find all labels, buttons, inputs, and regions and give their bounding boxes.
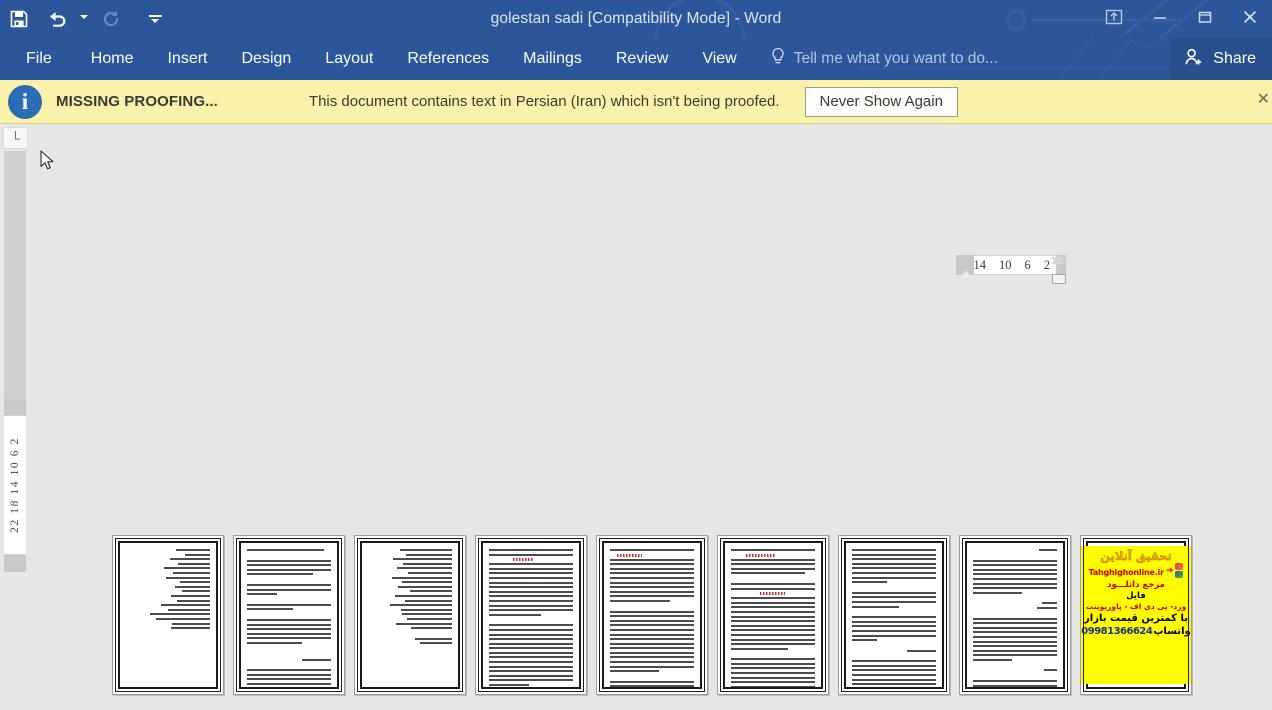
page-6-content [720, 538, 826, 692]
horizontal-ruler-scale: 14 10 6 2 [974, 255, 1056, 275]
tab-layout[interactable]: Layout [308, 38, 390, 80]
advert-headline: تحقیق آنلاین [1100, 549, 1172, 563]
page-thumbnail-8[interactable] [959, 535, 1071, 695]
document-workspace[interactable]: └ 22 18 14 10 6 2 14 10 6 2 تحقیق آنلاین… [0, 124, 1272, 709]
save-icon[interactable] [0, 2, 38, 36]
message-bar: i MISSING PROOFING... This document cont… [0, 80, 1272, 124]
tab-file-label: File [26, 50, 52, 67]
horizontal-ruler[interactable]: 14 10 6 2 [956, 255, 1066, 275]
undo-icon[interactable] [38, 2, 76, 36]
vertical-ruler-gray-band-bottom [4, 555, 26, 572]
never-show-again-button[interactable]: Never Show Again [804, 86, 958, 117]
page-thumbnail-9[interactable]: تحقیق آنلاین Tahghighonline.ir ➔ مرجع دا… [1080, 535, 1192, 695]
tab-mailings-label: Mailings [523, 50, 582, 67]
page-2-content [236, 538, 342, 692]
tab-design[interactable]: Design [224, 38, 308, 80]
tab-insert[interactable]: Insert [150, 38, 224, 80]
tab-references[interactable]: References [390, 38, 506, 80]
ruler-tick-6: 6 [1024, 257, 1031, 272]
arrows-icon: ➔ [1165, 565, 1174, 576]
tab-stop-selector[interactable]: └ [3, 127, 28, 149]
ruler-tick-14: 14 [973, 257, 987, 272]
telegram-icon [1175, 571, 1184, 579]
restore-icon[interactable] [1182, 0, 1227, 34]
page-9-advert: تحقیق آنلاین Tahghighonline.ir ➔ مرجع دا… [1081, 538, 1191, 692]
page-1-content [115, 538, 221, 692]
window-controls [1091, 0, 1272, 34]
tab-mailings[interactable]: Mailings [506, 38, 599, 80]
advert-line-1: مرجع دانلـــود [1107, 580, 1165, 591]
customize-quick-access-toolbar-icon[interactable] [142, 2, 168, 36]
tab-design-label: Design [241, 50, 292, 67]
person-add-icon [1184, 47, 1204, 72]
lightbulb-icon [770, 47, 786, 72]
advert-line-2: فایل [1126, 591, 1146, 602]
advert-phone-number: 09981366624 [1081, 626, 1153, 638]
ribbon-display-options-icon[interactable] [1091, 0, 1137, 34]
title-bar: golestan sadi [Compatibility Mode] - Wor… [0, 0, 1272, 38]
redo-icon [92, 2, 130, 36]
minimize-icon[interactable] [1137, 0, 1182, 34]
page-thumbnail-strip[interactable]: تحقیق آنلاین Tahghighonline.ir ➔ مرجع دا… [112, 535, 1192, 695]
advert-phone-suffix: واتساپ [1153, 626, 1191, 638]
info-icon: i [8, 84, 42, 119]
page-thumbnail-2[interactable] [233, 535, 345, 695]
ribbon-tab-strip: File Home Insert Design Layout Reference… [0, 38, 1272, 80]
page-thumbnail-3[interactable] [354, 535, 466, 695]
message-bar-close-icon[interactable]: ✕ [1257, 92, 1270, 108]
page-thumbnail-7[interactable] [838, 535, 950, 695]
tab-file[interactable]: File [0, 38, 74, 80]
advert-phone-row: واتساپ 09981366624 [1081, 626, 1190, 637]
vertical-ruler-ticks: 22 18 14 10 6 2 [9, 437, 21, 533]
undo-dropdown-icon[interactable] [76, 2, 92, 36]
instagram-icon [1175, 563, 1184, 571]
page-4-content [478, 538, 584, 692]
advert-line-4: با کمترین قیمت بازار [1084, 613, 1188, 625]
vertical-ruler-gray-band [4, 399, 26, 415]
page-thumbnail-1[interactable] [112, 535, 224, 695]
page-5-content [599, 538, 705, 692]
vertical-ruler-scale: 22 18 14 10 6 2 [4, 415, 26, 555]
mouse-pointer [40, 150, 54, 170]
page-3-content [357, 538, 463, 692]
tell-me-placeholder: Tell me what you want to do... [793, 50, 998, 67]
advert-line-3: ورد- پی دی اف - پاورپوینت [1085, 602, 1187, 612]
tell-me-search[interactable]: Tell me what you want to do... [770, 47, 998, 72]
window-title: golestan sadi [Compatibility Mode] - Wor… [490, 10, 782, 27]
message-bar-title: MISSING PROOFING... [56, 93, 218, 110]
quick-access-toolbar [0, 0, 168, 38]
page-thumbnail-4[interactable] [475, 535, 587, 695]
ruler-tick-2: 2 [1043, 257, 1050, 272]
close-icon[interactable] [1227, 0, 1272, 34]
first-line-indent-marker[interactable] [960, 270, 972, 278]
tab-home-label: Home [90, 50, 134, 67]
tab-home[interactable]: Home [74, 38, 151, 80]
right-indent-marker[interactable] [1051, 257, 1065, 266]
tab-references-label: References [407, 50, 490, 67]
ruler-tick-10: 10 [999, 257, 1012, 272]
page-thumbnail-5[interactable] [596, 535, 708, 695]
vertical-ruler-margin-top [4, 151, 26, 399]
advert-website: Tahghighonline.ir [1088, 567, 1164, 577]
page-thumbnail-6[interactable] [717, 535, 829, 695]
tab-insert-label: Insert [167, 50, 208, 67]
share-label: Share [1213, 50, 1256, 67]
tab-layout-label: Layout [325, 50, 374, 67]
share-button[interactable]: Share [1170, 38, 1272, 80]
page-7-content [841, 538, 947, 692]
vertical-ruler[interactable]: └ 22 18 14 10 6 2 [0, 124, 30, 709]
tab-review[interactable]: Review [599, 38, 685, 80]
tab-view-label: View [702, 50, 737, 67]
tab-view[interactable]: View [685, 38, 753, 80]
advert-site-row: Tahghighonline.ir ➔ [1081, 563, 1190, 579]
social-icons [1175, 563, 1184, 579]
message-bar-text: This document contains text in Persian (… [308, 93, 780, 110]
advert-body: تحقیق آنلاین Tahghighonline.ir ➔ مرجع دا… [1081, 546, 1191, 684]
page-8-content [962, 538, 1068, 692]
tab-review-label: Review [615, 50, 669, 67]
left-indent-box[interactable] [1052, 274, 1066, 284]
